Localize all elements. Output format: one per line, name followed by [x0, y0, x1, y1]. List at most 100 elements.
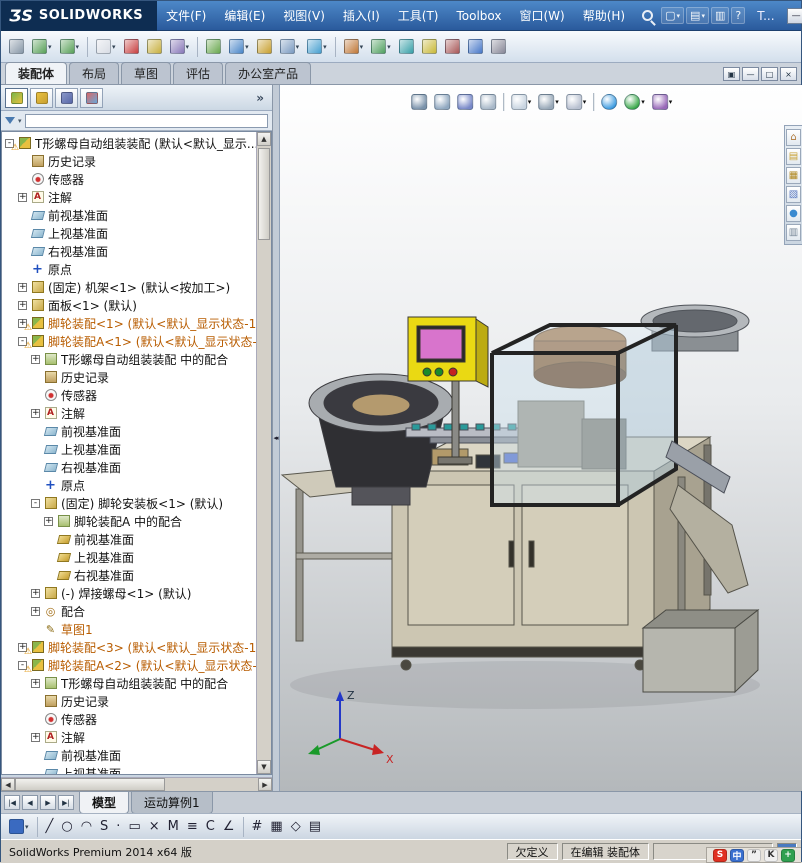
view-settings-icon[interactable]: ▾ [650, 92, 675, 112]
tree-vertical-scrollbar[interactable]: ▲ ▼ [256, 132, 271, 774]
expand-icon[interactable]: + [31, 606, 40, 616]
move-component-icon[interactable]: ▾ [304, 36, 330, 57]
tree-horizontal-scrollbar[interactable]: ◀ ▶ [1, 777, 272, 791]
tree-item[interactable]: 传感器 [2, 710, 256, 728]
insert-components-icon[interactable]: ▾ [226, 36, 252, 57]
tab-办公室产品[interactable]: 办公室产品 [225, 62, 312, 84]
tree-item[interactable]: 传感器 [2, 386, 256, 404]
tree-item[interactable]: 历史记录 [2, 368, 256, 386]
tree-item[interactable]: + T形螺母自动组装装配 中的配合 [2, 674, 256, 692]
options-icon[interactable]: ▾ [167, 36, 193, 57]
minimize-button[interactable]: — [786, 7, 802, 24]
tab-scroll-button[interactable]: ◀ [22, 795, 38, 810]
menu-item[interactable]: 窗口(W) [510, 1, 573, 31]
tree-item[interactable]: 传感器 [2, 170, 256, 188]
tree-item[interactable]: 上视基准面 [2, 224, 256, 242]
tab-评估[interactable]: 评估 [173, 62, 224, 84]
filter-caret-icon[interactable]: ▾ [18, 117, 22, 125]
mirror-entities-icon[interactable]: M [165, 818, 182, 836]
doc-restore-button[interactable]: □ [761, 67, 778, 81]
tree-item[interactable]: + 原点 [2, 260, 256, 278]
tree-item[interactable]: 右视基准面 [2, 242, 256, 260]
tree-item[interactable]: 前视基准面 [2, 746, 256, 764]
mate-icon[interactable] [254, 36, 275, 57]
sogou-input-icon[interactable]: S [713, 848, 727, 862]
tree-item[interactable]: + T形螺母自动组装装配 中的配合 [2, 350, 256, 368]
tree-item[interactable]: + 面板<1> (默认) [2, 296, 256, 314]
tab-scroll-button[interactable]: ▶ [40, 795, 56, 810]
expand-icon[interactable]: + [31, 354, 40, 364]
tab-模型[interactable]: 模型 [79, 792, 130, 814]
appearances-scenes-icon[interactable]: ● [786, 205, 801, 222]
smart-dimension-icon[interactable]: ∠ [220, 818, 238, 836]
menu-item[interactable]: 插入(I) [334, 1, 389, 31]
assembly-features-icon[interactable]: ▾ [341, 36, 367, 57]
redo-icon[interactable]: ▾ [57, 36, 83, 57]
displaymanager-tab[interactable] [80, 87, 103, 108]
tree-item[interactable]: ✎ 草图1 [2, 620, 256, 638]
tree-item[interactable]: 上视基准面 [2, 764, 256, 774]
expand-icon[interactable]: + [44, 516, 53, 526]
ime-chinese-icon[interactable]: 中 [730, 848, 744, 862]
tree-item[interactable]: + (-) 焊接螺母<1> (默认) [2, 584, 256, 602]
scroll-left-icon[interactable]: ◀ [1, 778, 15, 791]
custom-properties-icon[interactable]: ▥ [786, 224, 801, 241]
circle-icon[interactable]: ○ [58, 818, 75, 836]
edit-appearance-icon[interactable] [599, 92, 619, 112]
measure-icon[interactable] [465, 36, 486, 57]
tab-布局[interactable]: 布局 [69, 62, 120, 84]
ime-keyboard-icon[interactable]: K [764, 848, 778, 862]
select-icon[interactable]: ▾ [93, 36, 119, 57]
arc-icon[interactable]: ◠ [78, 818, 95, 836]
section-view-icon[interactable] [478, 92, 498, 112]
scroll-right-icon[interactable]: ▶ [258, 778, 272, 791]
tab-scroll-button[interactable]: |◀ [4, 795, 20, 810]
expand-icon[interactable]: + [31, 678, 40, 688]
point-icon[interactable]: · [113, 818, 123, 836]
convert-entities-icon[interactable]: C [203, 818, 218, 836]
horizontal-scrollbar-thumb[interactable] [15, 778, 165, 791]
vertical-scrollbar-thumb[interactable] [258, 148, 270, 240]
hide-show-items-icon[interactable]: ▾ [564, 92, 589, 112]
zoom-area-icon[interactable] [432, 92, 452, 112]
file-explorer-icon[interactable]: ▦ [786, 167, 801, 184]
tree-item[interactable]: 右视基准面 [2, 458, 256, 476]
graphics-area[interactable]: ▾ ▾ ▾ ▾ ▾ ⌂ ▤ ▦ ▧ ● ▥ Z X [280, 85, 802, 791]
expand-icon[interactable]: + [18, 192, 27, 202]
save-icon[interactable]: ▾ [6, 817, 32, 836]
rebuild-icon[interactable] [121, 36, 142, 57]
component-pattern-icon[interactable]: ▾ [277, 36, 303, 57]
tree-item[interactable]: 前视基准面 [2, 422, 256, 440]
save-document-icon[interactable]: ▥ [710, 7, 730, 24]
filter-input[interactable] [24, 113, 268, 128]
expand-icon[interactable]: + [18, 282, 27, 292]
view-orientation-icon[interactable]: ▾ [509, 92, 534, 112]
featuremanager-tab[interactable] [5, 87, 28, 108]
tree-item[interactable]: - ⚠ T形螺母自动组装装配 (默认<默认_显示... [2, 134, 256, 153]
panel-splitter[interactable]: ◂◂ [273, 85, 280, 791]
tab-草图[interactable]: 草图 [121, 62, 172, 84]
expand-icon[interactable]: + [31, 588, 40, 598]
tree-item[interactable]: - ⚠ 脚轮装配A<1> (默认<默认_显示状态- [2, 332, 256, 351]
bill-of-materials-icon[interactable] [396, 36, 417, 57]
splitter-collapse-icon[interactable]: ◂◂ [273, 434, 278, 442]
tree-item[interactable]: + (固定) 机架<1> (默认<按加工>) [2, 278, 256, 296]
open-document-icon[interactable]: ▤ ▾ [686, 7, 709, 24]
tab-scroll-button[interactable]: ▶| [58, 795, 74, 810]
tree-item[interactable]: + ⚠ 脚轮装配<1> (默认<默认_显示状态-1 [2, 314, 256, 333]
search-icon[interactable] [642, 10, 654, 21]
tree-item[interactable]: 前视基准面 [2, 206, 256, 224]
print-icon[interactable] [6, 36, 27, 57]
tree-item[interactable]: + A 注解 [2, 188, 256, 206]
collapse-icon[interactable]: - [31, 498, 40, 508]
expand-icon[interactable]: + [31, 732, 40, 742]
configurationmanager-tab[interactable] [55, 87, 78, 108]
tile-windows-button[interactable]: ▣ [723, 67, 740, 81]
tree-item[interactable]: 历史记录 [2, 152, 256, 170]
menu-item[interactable]: 工具(T) [389, 1, 448, 31]
undo-icon[interactable]: ▾ [29, 36, 55, 57]
filter-icon[interactable] [5, 117, 15, 124]
tab-装配体[interactable]: 装配体 [5, 62, 68, 84]
plane-icon[interactable]: ◇ [288, 818, 304, 836]
help-icon[interactable]: ? [731, 7, 746, 24]
